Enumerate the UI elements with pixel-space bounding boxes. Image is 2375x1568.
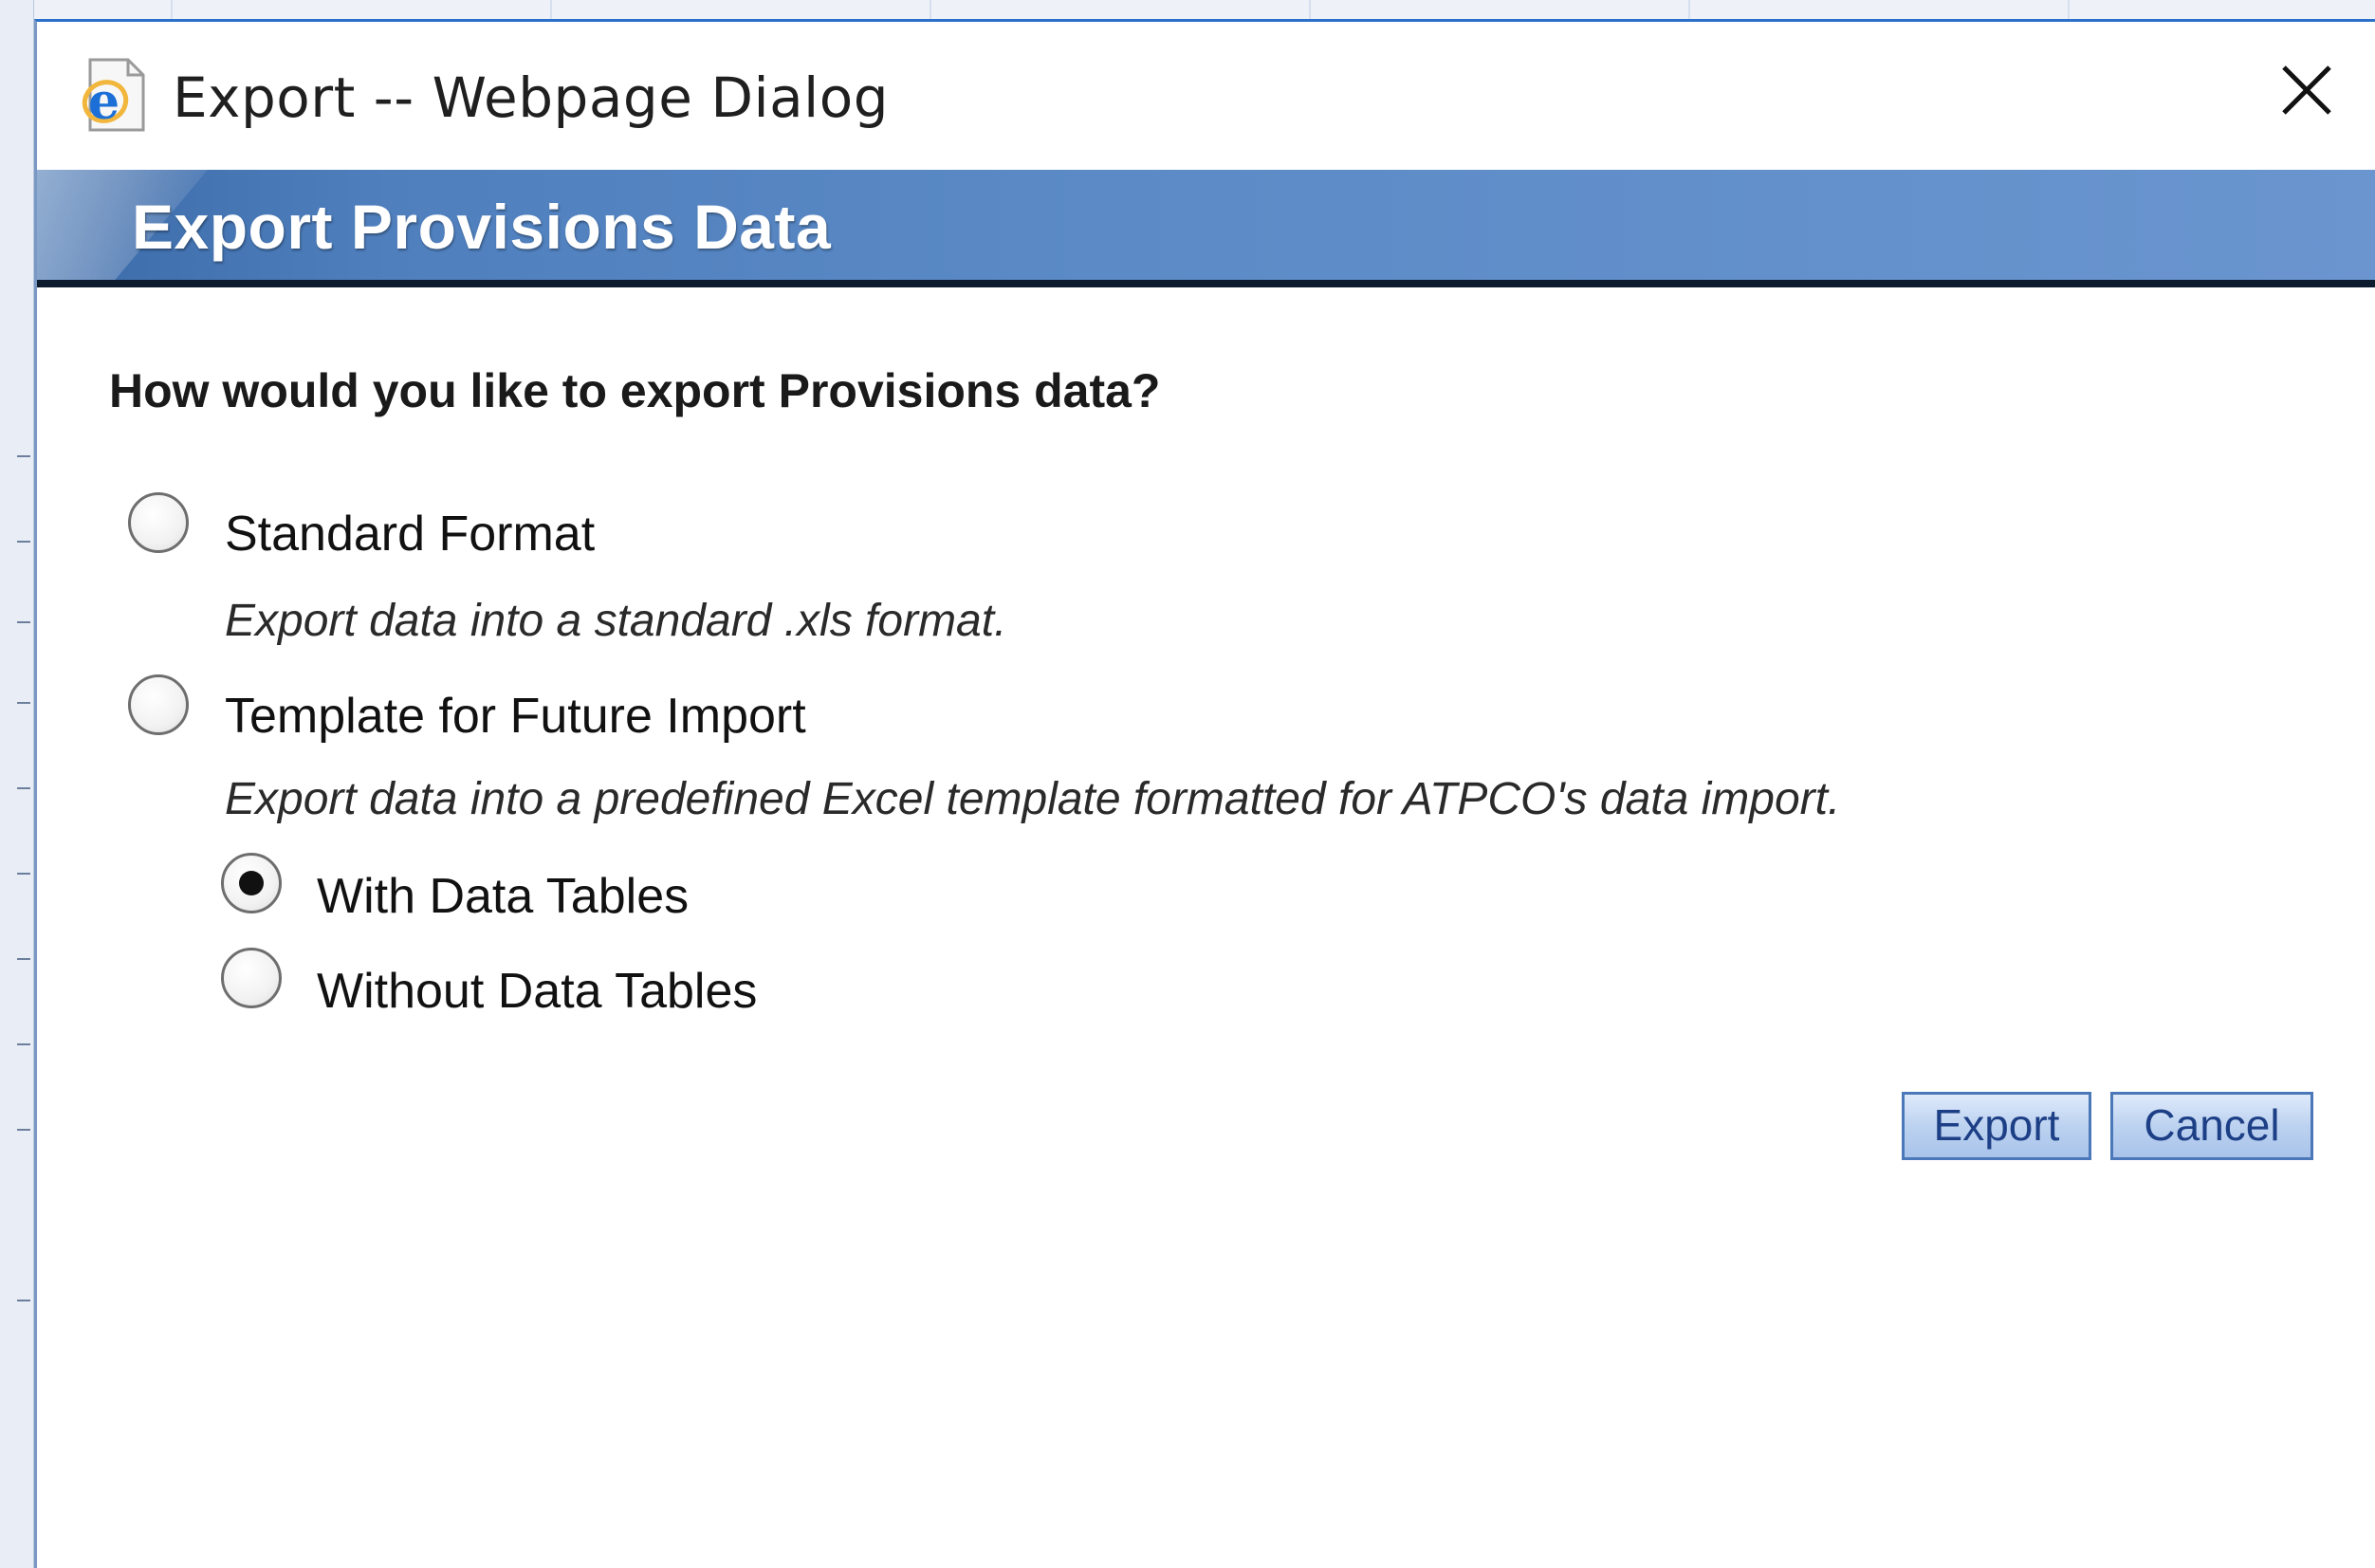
background-tick	[17, 455, 30, 457]
svg-text:e: e	[88, 73, 120, 131]
option-description-template-future-import: Export data into a predefined Excel temp…	[225, 774, 1841, 824]
option-label-template-future-import[interactable]: Template for Future Import	[225, 688, 806, 745]
background-tick	[17, 541, 30, 543]
option-label-with-data-tables[interactable]: With Data Tables	[317, 868, 689, 925]
close-icon[interactable]	[2276, 60, 2337, 120]
background-gridline	[1309, 0, 1311, 19]
background-gridline	[2068, 0, 2070, 19]
background-gridline	[550, 0, 552, 19]
radio-with-data-tables[interactable]	[221, 853, 282, 913]
background-tick	[17, 1129, 30, 1131]
internet-explorer-icon: e	[82, 58, 145, 132]
background-tick	[17, 1043, 30, 1045]
background-gridline	[1688, 0, 1690, 19]
background-gridline	[171, 0, 173, 19]
background-tick	[17, 1300, 30, 1301]
export-dialog: e Export -- Webpage Dialog Export Provis…	[34, 19, 2375, 1568]
background-page-left	[0, 0, 34, 1568]
background-tick	[17, 958, 30, 960]
background-gridline	[930, 0, 931, 19]
background-tick	[17, 873, 30, 875]
dialog-titlebar: e Export -- Webpage Dialog	[37, 22, 2375, 170]
dialog-banner: Export Provisions Data	[37, 170, 2375, 287]
option-label-standard-format[interactable]: Standard Format	[225, 506, 595, 563]
option-label-without-data-tables[interactable]: Without Data Tables	[317, 963, 757, 1020]
export-question: How would you like to export Provisions …	[109, 364, 1161, 417]
radio-without-data-tables[interactable]	[221, 948, 282, 1008]
background-tick	[17, 621, 30, 623]
background-tick	[17, 787, 30, 789]
radio-template-future-import[interactable]	[128, 674, 189, 735]
banner-title: Export Provisions Data	[132, 192, 832, 262]
radio-standard-format[interactable]	[128, 492, 189, 553]
dialog-title: Export -- Webpage Dialog	[173, 65, 890, 130]
export-button[interactable]: Export	[1902, 1092, 2091, 1160]
background-tick	[17, 702, 30, 704]
option-description-standard-format: Export data into a standard .xls format.	[225, 596, 1007, 646]
cancel-button[interactable]: Cancel	[2110, 1092, 2313, 1160]
